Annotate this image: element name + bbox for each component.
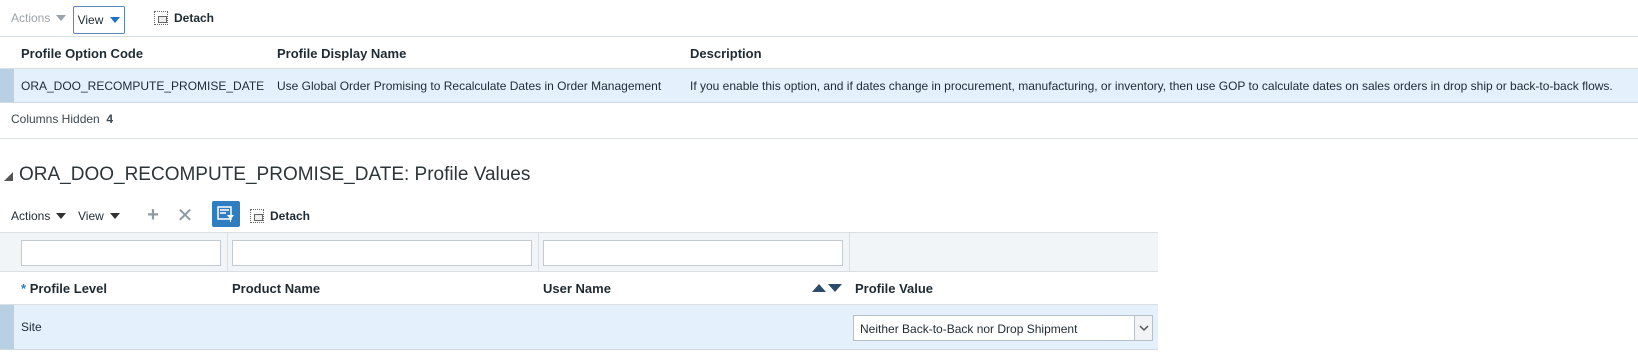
columns-hidden-count: 4 [106, 112, 114, 126]
row-selection-marker [0, 69, 14, 102]
view-menu[interactable]: View [78, 209, 120, 223]
chevron-down-icon [56, 213, 67, 219]
view-label: View [78, 209, 104, 223]
filter-profile-level-input[interactable] [21, 240, 221, 266]
x-icon: ✕ [176, 204, 194, 227]
detach-button[interactable]: Detach [154, 11, 214, 25]
query-by-example-icon [217, 206, 234, 222]
header-profile-level-label: Profile Level [29, 281, 107, 296]
profile-value-select[interactable]: Neither Back-to-Back nor Drop Shipment [853, 315, 1153, 341]
view-label: View [77, 13, 104, 27]
chevron-down-icon [110, 17, 121, 23]
sort-controls[interactable] [812, 284, 842, 292]
header-user-name[interactable]: User Name [543, 281, 611, 296]
table-row[interactable]: ORA_DOO_RECOMPUTE_PROMISE_DATE Use Globa… [0, 69, 1638, 103]
filter-row [0, 232, 1158, 272]
column-divider [538, 233, 539, 271]
sort-ascending-icon[interactable] [812, 284, 826, 292]
collapse-icon[interactable] [4, 172, 13, 181]
chevron-down-icon [1138, 324, 1149, 331]
chevron-down-icon [109, 213, 120, 219]
table2-header-row: * Profile Level Product Name User Name P… [0, 272, 1158, 305]
filter-product-name-input[interactable] [232, 240, 532, 266]
chevron-down-icon [56, 15, 67, 21]
detach-label: Detach [270, 209, 311, 223]
cell-description: If you enable this option, and if dates … [690, 79, 1613, 93]
plus-icon: + [147, 203, 159, 226]
cell-profile-level: Site [21, 320, 42, 334]
detach-icon [250, 209, 264, 223]
actions-menu[interactable]: Actions [11, 11, 67, 25]
column-divider [849, 233, 850, 271]
detach-icon [154, 11, 168, 25]
header-profile-value[interactable]: Profile Value [855, 281, 933, 296]
header-profile-level[interactable]: * Profile Level [21, 281, 107, 296]
cell-profile-option-code: ORA_DOO_RECOMPUTE_PROMISE_DATE [21, 79, 265, 93]
query-by-example-button[interactable] [212, 201, 240, 227]
detach-label: Detach [174, 11, 215, 25]
columns-hidden-label: Columns Hidden [11, 112, 100, 126]
dropdown-button[interactable] [1134, 316, 1152, 340]
delete-button[interactable]: ✕ [175, 204, 195, 227]
actions-label: Actions [11, 11, 51, 25]
add-button[interactable]: + [143, 203, 163, 226]
required-marker: * [21, 281, 27, 296]
table1-header-row: Profile Option Code Profile Display Name… [0, 36, 1638, 69]
actions-menu[interactable]: Actions [11, 209, 67, 223]
sort-descending-icon[interactable] [828, 284, 842, 292]
row-selection-marker [0, 305, 14, 349]
actions-label: Actions [11, 209, 51, 223]
cell-profile-display-name: Use Global Order Promising to Recalculat… [277, 79, 662, 93]
columns-hidden-indicator: Columns Hidden 4 [11, 112, 113, 126]
filter-user-name-input[interactable] [543, 240, 843, 266]
divider [0, 138, 1638, 139]
view-menu[interactable]: View [73, 6, 125, 34]
header-profile-display-name[interactable]: Profile Display Name [277, 46, 406, 61]
profile-value-selected: Neither Back-to-Back nor Drop Shipment [860, 322, 1078, 336]
column-divider [227, 233, 228, 271]
header-description[interactable]: Description [690, 46, 762, 61]
section-title: ORA_DOO_RECOMPUTE_PROMISE_DATE: Profile … [19, 164, 531, 185]
header-product-name[interactable]: Product Name [232, 281, 320, 296]
detach-button[interactable]: Detach [250, 209, 310, 223]
header-profile-option-code[interactable]: Profile Option Code [21, 46, 143, 61]
